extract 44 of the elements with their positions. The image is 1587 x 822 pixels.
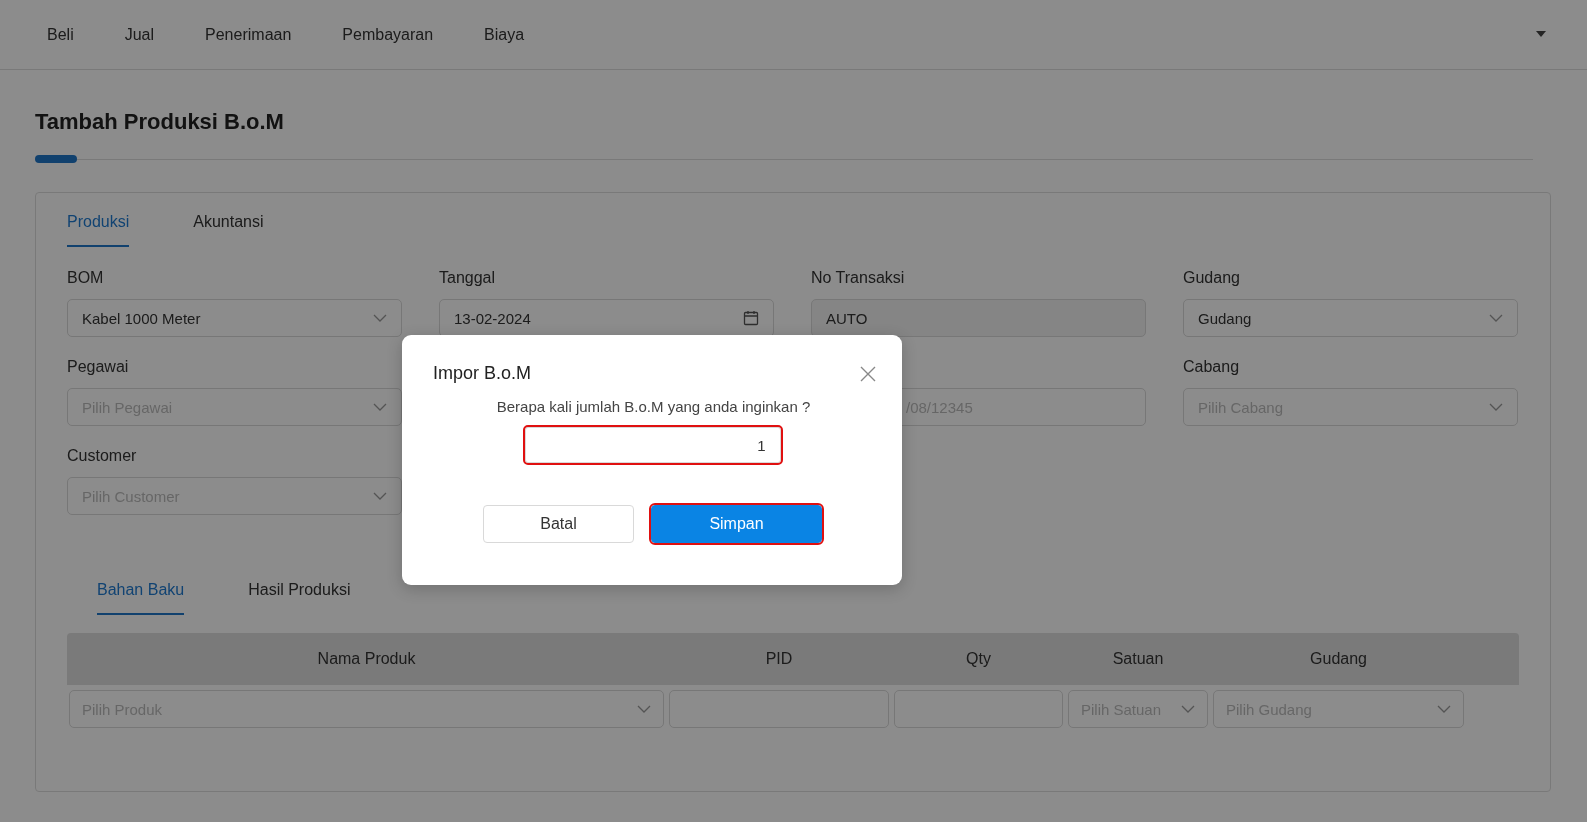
tab[interactable]: Akuntansi <box>193 205 264 247</box>
field-label: Tanggal <box>439 269 497 288</box>
field-label: Pegawai <box>67 358 130 377</box>
field-label: Gudang <box>1183 269 1241 288</box>
chevron-down-icon <box>1489 403 1503 411</box>
tab[interactable]: Produksi <box>67 205 130 247</box>
field-label: Customer <box>67 447 138 466</box>
field-label: No Transaksi <box>811 269 906 288</box>
nav-link[interactable]: Biaya <box>484 25 525 44</box>
nav-link[interactable]: Pembayaran <box>342 25 434 44</box>
chevron-down-icon <box>373 403 387 411</box>
date-field[interactable]: 13-02-2024 <box>439 299 774 337</box>
chevron-down-icon <box>1437 705 1451 713</box>
nav-link[interactable]: Beli <box>47 25 74 44</box>
cancel-button[interactable]: Batal <box>483 505 634 543</box>
chevron-down-icon <box>1489 314 1503 322</box>
chevron-down-icon <box>637 705 651 713</box>
select-field[interactable]: Gudang <box>1183 299 1518 337</box>
tab[interactable]: Bahan Baku <box>97 573 185 615</box>
column-header: Qty <box>965 650 992 668</box>
save-button[interactable]: Simpan <box>651 505 822 543</box>
title-accent-bar <box>35 155 77 163</box>
column-header: PID <box>764 650 794 668</box>
column-header: Satuan <box>1111 650 1165 668</box>
field-label: Cabang <box>1183 358 1241 377</box>
caret-down-icon <box>1536 31 1546 37</box>
nav-link[interactable]: Jual <box>124 25 155 44</box>
tab[interactable]: Hasil Produksi <box>248 573 351 615</box>
field-label: BOM <box>67 269 105 288</box>
chevron-down-icon <box>373 492 387 500</box>
dialog-question: Berapa kali jumlah B.o.M yang anda inginkan ? <box>496 398 811 415</box>
calendar-icon <box>743 310 759 326</box>
chevron-down-icon <box>1181 705 1195 713</box>
page-title: Tambah Produksi B.o.M <box>35 109 285 136</box>
quantity-input[interactable]: 1 <box>524 427 781 463</box>
nav-link[interactable]: Penerimaan <box>205 25 292 44</box>
dialog-title: Impor B.o.M <box>433 363 532 384</box>
input-field[interactable]: AUTO <box>811 299 1146 337</box>
column-header: Nama Produk <box>316 650 417 668</box>
close-icon <box>860 365 876 382</box>
close-button[interactable] <box>860 365 876 382</box>
select-field[interactable]: Kabel 1000 Meter <box>67 299 402 337</box>
chevron-down-icon <box>373 314 387 322</box>
column-header: Gudang <box>1309 650 1368 668</box>
